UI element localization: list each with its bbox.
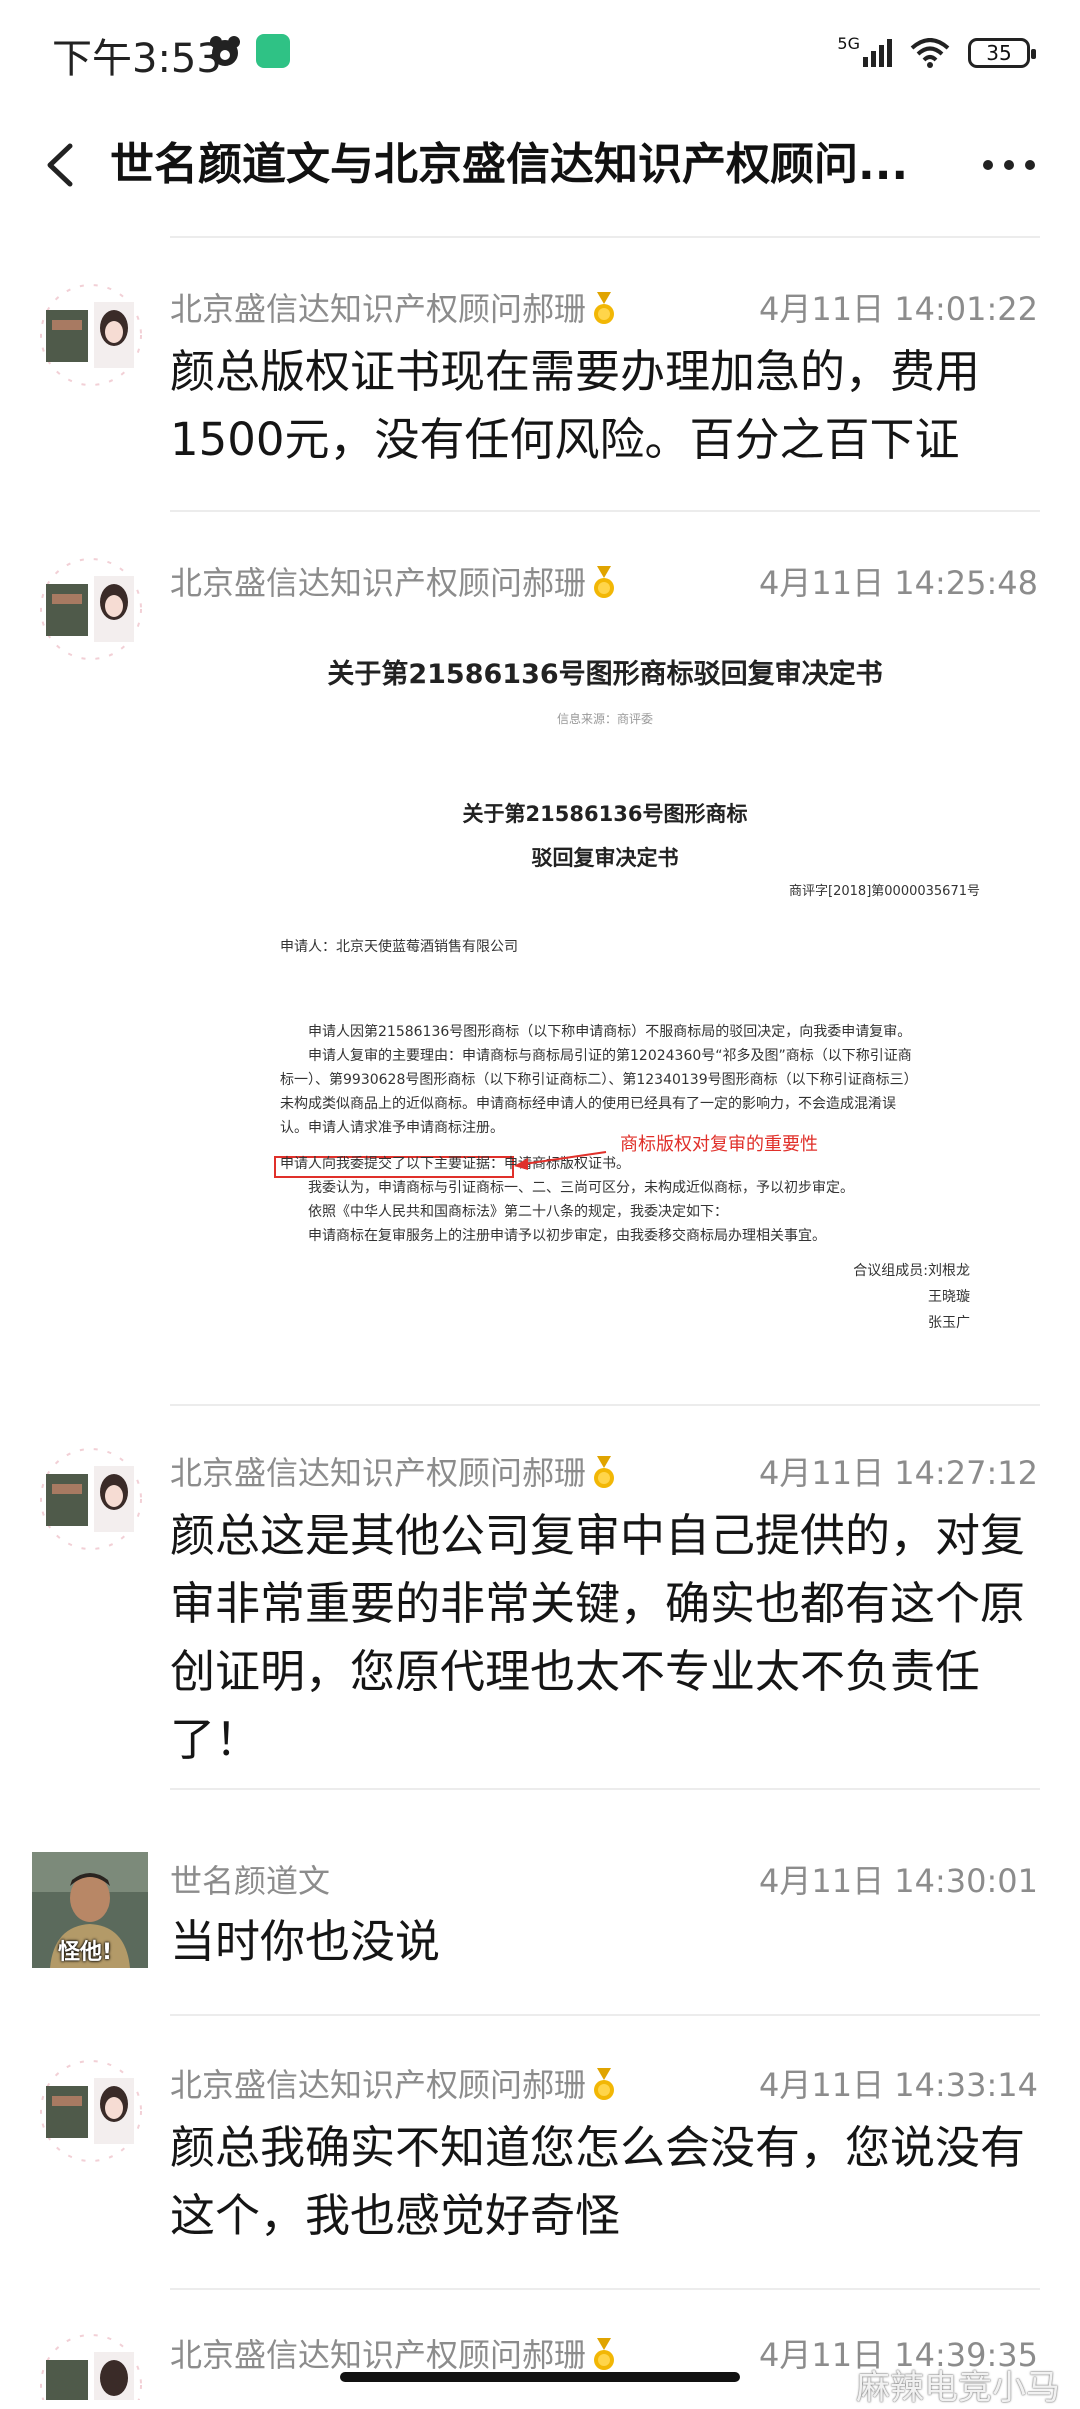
status-indicators: 5G 35 — [837, 30, 1036, 76]
medal-icon — [594, 2338, 615, 2370]
contact-avatar-image — [40, 558, 142, 660]
document-image[interactable]: 关于第21586136号图形商标驳回复审决定书 信息来源：商评委 关于第2158… — [170, 630, 1040, 1370]
message-divider — [170, 1404, 1040, 1406]
avatar[interactable] — [36, 2056, 146, 2166]
annotation-text: 商标版权对复审的重要性 — [620, 1134, 818, 1155]
more-options-icon[interactable] — [974, 132, 1044, 198]
chat-title: 世名颜道文与北京盛信达知识产权顾问... — [110, 139, 909, 190]
bear-icon — [210, 36, 240, 66]
sender-name: 北京盛信达知识产权顾问郝珊 — [170, 2330, 616, 2376]
watermark: 麻辣电竞小马 — [856, 2368, 1060, 2408]
doc-reference: 商评字[2018]第0000035671号 — [789, 884, 980, 899]
annotation-arrow-icon — [514, 1151, 607, 1170]
doc-title-line1: 关于第21586136号图形商标 — [462, 802, 748, 826]
message-text: 颜总版权证书现在需要办理加急的，费用1500元，没有任何风险。百分之百下证 — [170, 345, 981, 466]
avatar[interactable] — [36, 280, 146, 390]
doc-applicant: 申请人：北京天使蓝莓酒销售有限公司 — [280, 939, 518, 955]
doc-title-line2: 驳回复审决定书 — [531, 846, 679, 870]
avatar-caption: 怪他! — [58, 1940, 113, 1965]
medal-icon — [594, 1456, 615, 1488]
sender-name: 北京盛信达知识产权顾问郝珊 — [170, 558, 616, 604]
signal-icon: 5G — [837, 34, 892, 67]
message-divider — [170, 2288, 1040, 2290]
status-bar: 下午3:53 5G 35 — [0, 0, 1080, 110]
doc-signature: 张玉广 — [928, 1315, 970, 1331]
status-time: 下午3:53 — [52, 36, 222, 82]
contact-avatar-image — [40, 284, 142, 386]
doc-paragraph: 申请人复审的主要理由：申请商标与商标局引证的第12024360号“祁多及图”商标… — [280, 1048, 918, 1136]
message-divider — [170, 236, 1040, 238]
message-divider — [170, 510, 1040, 512]
medal-icon — [594, 566, 615, 598]
message-time: 4月11日 14:30:01 — [759, 1862, 1038, 1900]
contact-avatar-image — [40, 2060, 142, 2162]
doc-signature: 合议组成员:刘根龙 — [853, 1263, 970, 1279]
sender-name: 北京盛信达知识产权顾问郝珊 — [170, 1448, 616, 1494]
doc-paragraph: 依照《中华人民共和国商标法》第二十八条的规定，我委决定如下： — [308, 1204, 728, 1220]
network-type: 5G — [837, 34, 860, 53]
message-time: 4月11日 14:01:22 — [759, 290, 1038, 328]
doc-signature: 王晓璇 — [928, 1289, 970, 1305]
contact-avatar-image — [40, 1448, 142, 1550]
doc-paragraph: 我委认为，申请商标与引证商标一、二、三尚可区分，未构成近似商标，予以初步审定。 — [308, 1180, 854, 1196]
doc-paragraph: 申请人因第21586136号图形商标（以下称申请商标）不服商标局的驳回决定，向我… — [308, 1024, 912, 1040]
message-time: 4月11日 14:27:12 — [759, 1454, 1038, 1492]
avatar[interactable] — [36, 554, 146, 664]
back-arrow-icon[interactable] — [32, 132, 92, 198]
avatar[interactable] — [36, 1444, 146, 1554]
sender-name: 世名颜道文 — [170, 1862, 331, 1900]
chat-header: 世名颜道文与北京盛信达知识产权顾问... — [0, 110, 1080, 220]
wifi-icon — [910, 38, 950, 68]
message-time: 4月11日 14:25:48 — [759, 564, 1038, 602]
message-text: 当时你也没说 — [170, 1915, 441, 1968]
battery-icon: 35 — [968, 38, 1036, 68]
doc-source: 信息来源：商评委 — [556, 712, 653, 726]
sender-name: 北京盛信达知识产权顾问郝珊 — [170, 284, 616, 330]
avatar[interactable]: 怪他! — [32, 1852, 148, 1968]
medal-icon — [594, 2068, 615, 2100]
sender-name: 北京盛信达知识产权顾问郝珊 — [170, 2060, 616, 2106]
medal-icon — [594, 292, 615, 324]
message-text: 颜总这是其他公司复审中自己提供的，对复审非常重要的非常关键，确实也都有这个原创证… — [170, 1509, 1026, 1766]
home-indicator[interactable] — [340, 2372, 740, 2382]
avatar[interactable] — [36, 2330, 146, 2400]
contact-avatar-image — [40, 2334, 142, 2400]
message-divider — [170, 2014, 1040, 2016]
doc-paragraph: 申请商标在复审服务上的注册申请予以初步审定，由我委移交商标局办理相关事宜。 — [308, 1228, 826, 1244]
message-time: 4月11日 14:33:14 — [759, 2066, 1038, 2104]
message-divider — [170, 1788, 1040, 1790]
doc-heading: 关于第21586136号图形商标驳回复审决定书 — [327, 659, 883, 690]
message-text: 颜总我确实不知道您怎么会没有，您说没有这个，我也感觉好奇怪 — [170, 2121, 1026, 2242]
app-notification-icon — [256, 34, 290, 68]
